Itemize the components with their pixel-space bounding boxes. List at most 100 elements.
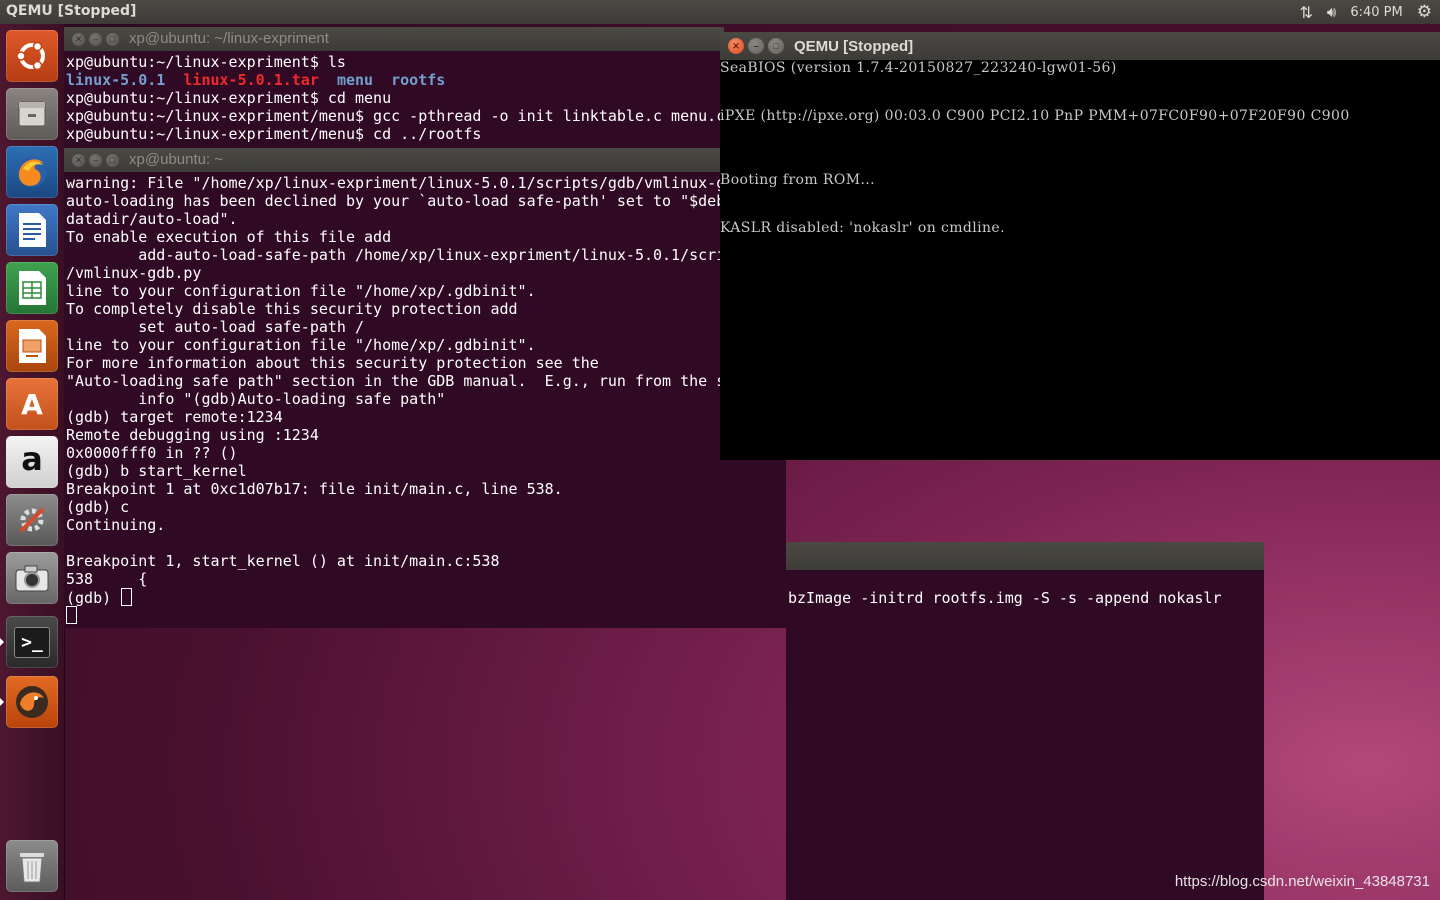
qemu-title: QEMU [Stopped] [794,37,914,55]
ls-item-dir: menu [336,71,374,89]
terminal-line: info "(gdb)Auto-loading safe path" [66,390,446,408]
software-bag-icon: A [21,387,43,421]
launcher-firefox[interactable] [6,146,58,198]
qemu-icon [16,686,48,718]
launcher-terminal[interactable]: >_ [6,616,58,668]
terminal-line: 538 { [66,570,148,588]
minimize-icon[interactable]: – [89,32,102,46]
file-cabinet-icon [18,101,46,127]
launcher-libreoffice-impress[interactable] [6,320,58,372]
terminal-line: xp@ubuntu:~/linux-expriment$ cd menu [66,89,392,107]
terminal-line: add-auto-load-safe-path /home/xp/linux-e… [66,246,726,264]
cursor-line [64,606,786,624]
qemu-titlebar[interactable]: ✕ – □ QEMU [Stopped] [720,32,1440,60]
terminal-line: datadir/auto-load". [66,210,238,228]
launcher-libreoffice-calc[interactable] [6,262,58,314]
writer-document-icon [19,213,46,247]
qemu-screen[interactable]: SeaBIOS (version 1.7.4-20150827_223240-l… [720,60,1440,460]
terminal-line: 0x0000fff0 in ?? () [66,444,238,462]
terminal-line: set auto-load safe-path / [66,318,365,336]
terminal-line: xp@ubuntu:~/linux-expriment/menu$ cd ../… [66,125,482,143]
qemu-window[interactable]: ✕ – □ QEMU [Stopped] SeaBIOS (version 1.… [720,32,1440,460]
launcher-ubuntu-dash[interactable] [6,30,58,82]
terminal-line: Breakpoint 1, start_kernel () at init/ma… [66,552,500,570]
terminal-line: line to your configuration file "/home/x… [66,336,536,354]
network-updown-icon[interactable]: ⇅ [1300,3,1313,22]
terminal-window-home[interactable]: ✕ – □ xp@ubuntu: ~ warning: File "/home/… [64,148,786,628]
terminal-line: warning: File "/home/xp/linux-expriment/… [66,174,726,192]
close-icon[interactable]: ✕ [72,153,85,167]
clock[interactable]: 6:40 PM [1350,5,1402,20]
terminal-line: line to your configuration file "/home/x… [66,282,536,300]
settings-tools-icon [19,507,45,533]
minimize-icon[interactable]: – [748,38,764,54]
camera-icon [15,565,49,592]
calc-spreadsheet-icon [19,271,46,305]
trash-icon [20,853,44,883]
maximize-icon[interactable]: □ [106,153,119,167]
terminal-line: Breakpoint 1 at 0xc1d07b17: file init/ma… [66,480,563,498]
ls-item-dir: rootfs [391,71,446,89]
terminal-window-third[interactable]: bzImage -initrd rootfs.img -S -s -append… [786,542,1264,900]
terminal-front-window-buttons: ✕ – □ [72,153,119,167]
gear-icon[interactable]: ⚙ [1417,2,1432,22]
terminal-front-titlebar[interactable]: ✕ – □ xp@ubuntu: ~ [64,148,786,172]
terminal-line: auto-loading has been declined by your `… [66,192,726,210]
ls-item-dir: linux-5.0.1 [66,71,166,89]
launcher: A a >_ [0,24,65,900]
close-icon[interactable]: ✕ [728,38,744,54]
bios-line: KASLR disabled: 'nokaslr' on cmdline. [720,220,1005,236]
terminal-line: xp@ubuntu:~/linux-expriment/menu$ gcc -p… [66,107,724,125]
terminal-running-indicator [0,638,4,646]
top-panel: QEMU [Stopped] ⇅ 🔊︎ 6:40 PM ⚙ [0,0,1440,24]
terminal-line: To enable execution of this file add [66,228,392,246]
terminal-back-titlebar[interactable]: ✕ – □ xp@ubuntu: ~/linux-expriment [64,27,724,51]
ls-output: linux-5.0.1 linux-5.0.1.tar menu rootfs [64,71,724,89]
ubuntu-logo-icon [16,41,45,71]
launcher-files[interactable] [6,88,58,140]
qemu-window-buttons: ✕ – □ [728,38,784,54]
bios-line: iPXE (http://ipxe.org) 00:03.0 C900 PCI2… [720,108,1350,124]
terminal-line: Remote debugging using :1234 [66,426,319,444]
minimize-icon[interactable]: – [89,153,102,167]
terminal-third-titlebar[interactable] [786,542,1264,570]
launcher-ubuntu-software[interactable]: A [6,378,58,430]
launcher-libreoffice-writer[interactable] [6,204,58,256]
terminal-third-line: bzImage -initrd rootfs.img -S -s -append… [788,589,1222,607]
launcher-trash[interactable] [6,840,58,892]
terminal-line: To completely disable this security prot… [66,300,518,318]
terminal-line: For more information about this security… [66,354,599,372]
terminal-line: (gdb) c [66,498,130,516]
terminal-line: /vmlinux-gdb.py [66,264,202,282]
terminal-window-linux-expriment[interactable]: ✕ – □ xp@ubuntu: ~/linux-expriment xp@ub… [64,27,724,153]
terminal-line: (gdb) target remote:1234 [66,408,283,426]
qemu-running-indicator [0,698,4,706]
terminal-line: "Auto-loading safe path" section in the … [66,372,726,390]
firefox-icon [17,157,47,187]
terminal-icon: >_ [14,626,50,658]
gdb-prompt-line[interactable]: (gdb) [64,588,786,607]
terminal-line: Continuing. [66,516,166,534]
terminal-cursor [121,588,133,606]
gdb-prompt: (gdb) [66,589,121,607]
terminal-back-title: xp@ubuntu: ~/linux-expriment [129,30,329,47]
amazon-icon: a [21,440,43,478]
active-window-title: QEMU [Stopped] [6,3,137,19]
watermark: https://blog.csdn.net/weixin_43848731 [1174,873,1430,890]
launcher-screenshot[interactable] [6,552,58,604]
maximize-icon[interactable]: □ [106,32,119,46]
launcher-amazon[interactable]: a [6,436,58,488]
terminal-front-title: xp@ubuntu: ~ [129,151,224,168]
bios-line: SeaBIOS (version 1.7.4-20150827_223240-l… [720,60,1117,76]
close-icon[interactable]: ✕ [72,32,85,46]
terminal-cursor-secondary [66,606,77,624]
launcher-system-settings[interactable] [6,494,58,546]
ls-item-archive: linux-5.0.1.tar [183,71,319,89]
terminal-line: xp@ubuntu:~/linux-expriment$ ls [66,53,346,71]
maximize-icon[interactable]: □ [768,38,784,54]
terminal-back-window-buttons: ✕ – □ [72,32,119,46]
bios-line: Booting from ROM... [720,172,876,188]
launcher-qemu[interactable] [6,676,58,728]
volume-icon[interactable]: 🔊︎ [1327,3,1336,21]
